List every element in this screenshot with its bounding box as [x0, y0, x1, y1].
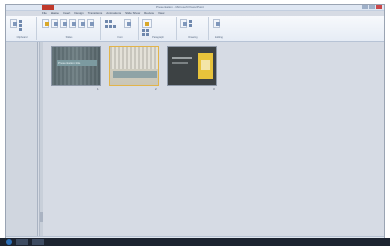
fill-icon	[189, 20, 192, 23]
group-font: Font	[102, 17, 139, 40]
group-paragraph: Paragraph	[140, 17, 177, 40]
italic-icon	[109, 25, 112, 28]
layout-button[interactable]	[51, 19, 58, 28]
format-painter-button[interactable]	[19, 28, 22, 31]
duplicate-button[interactable]	[78, 19, 85, 28]
bullets-icon	[142, 29, 145, 32]
new-slide-icon	[44, 21, 49, 26]
slide-thumbnail-1[interactable]: Presentation title	[51, 46, 101, 86]
paste-button[interactable]	[10, 19, 17, 28]
group-label: Font	[117, 36, 123, 39]
group-editing: Editing	[210, 17, 228, 40]
window-controls	[362, 5, 382, 10]
group-label: Paragraph	[152, 36, 164, 39]
maximize-button[interactable]	[369, 5, 375, 9]
group-slides: Slides	[38, 17, 101, 40]
shape-fill-button[interactable]	[189, 20, 192, 23]
numbering-icon	[146, 29, 149, 32]
section-button[interactable]	[69, 19, 76, 28]
group-label: Drawing	[188, 36, 198, 39]
duplicate-icon	[80, 21, 85, 26]
highlight-button[interactable]	[142, 19, 152, 28]
slide-title-text: Presentation title	[58, 61, 81, 65]
slides-pane[interactable]	[6, 42, 38, 238]
cut-button[interactable]	[19, 20, 22, 23]
group-drawing: Drawing	[178, 17, 209, 40]
slide-thumbnail-2[interactable]	[109, 46, 159, 86]
underline-icon	[113, 25, 116, 28]
minimize-button[interactable]	[362, 5, 368, 9]
slide-thumbnail-3[interactable]	[167, 46, 217, 86]
shapes-icon	[182, 21, 187, 26]
taskbar-item-2[interactable]	[32, 239, 44, 245]
new-slide-button[interactable]	[42, 19, 49, 28]
font-name-field[interactable]	[105, 20, 112, 23]
reset-icon	[62, 21, 67, 26]
group-label: Editing	[215, 36, 223, 39]
picture-content	[201, 60, 210, 70]
copy-icon	[19, 24, 22, 27]
font-color-icon	[126, 21, 131, 26]
delete-button[interactable]	[87, 19, 94, 28]
shape-outline-button[interactable]	[189, 24, 192, 27]
section-icon	[71, 21, 76, 26]
close-button[interactable]	[376, 5, 382, 9]
file-tab[interactable]	[42, 5, 54, 10]
slide-number-3: 3	[213, 87, 215, 91]
slide-title-band	[113, 71, 157, 78]
group-label: Slides	[65, 36, 73, 39]
group-label: Clipboard	[16, 36, 28, 39]
font-style-buttons[interactable]	[105, 25, 116, 28]
highlight-icon	[144, 21, 149, 26]
slide-sorter-view: Presentation title 1 2 3	[43, 42, 384, 238]
bullets-button[interactable]	[142, 29, 149, 32]
font-size-icon	[109, 20, 112, 23]
slide-picture	[198, 53, 213, 79]
layout-icon	[53, 21, 58, 26]
start-button[interactable]	[6, 239, 12, 245]
taskbar-item-powerpoint[interactable]	[16, 239, 28, 245]
paste-icon	[12, 21, 17, 26]
slide-text-line	[172, 62, 188, 64]
find-button[interactable]	[213, 19, 220, 28]
cut-icon	[19, 20, 22, 23]
ribbon: Clipboard Slides Font Paragraph Drawing …	[6, 16, 384, 42]
slide-number-1: 1	[97, 87, 99, 91]
outline-icon	[189, 24, 192, 27]
taskbar	[0, 238, 390, 246]
slide-background	[110, 47, 158, 69]
find-icon	[215, 21, 220, 26]
font-color-button[interactable]	[124, 19, 131, 28]
delete-icon	[89, 21, 94, 26]
application-window: Presentation - Microsoft PowerPoint File…	[5, 4, 385, 245]
bold-icon	[105, 25, 108, 28]
shapes-button[interactable]	[180, 19, 187, 28]
slide-text-line	[172, 57, 192, 59]
copy-button[interactable]	[19, 24, 22, 27]
group-clipboard: Clipboard	[8, 17, 37, 40]
window-title: Presentation - Microsoft PowerPoint	[156, 5, 204, 9]
slide-number-2: 2	[155, 87, 157, 91]
brush-icon	[19, 28, 22, 31]
slide-background	[52, 47, 100, 85]
reset-button[interactable]	[60, 19, 67, 28]
font-icon	[105, 20, 108, 23]
